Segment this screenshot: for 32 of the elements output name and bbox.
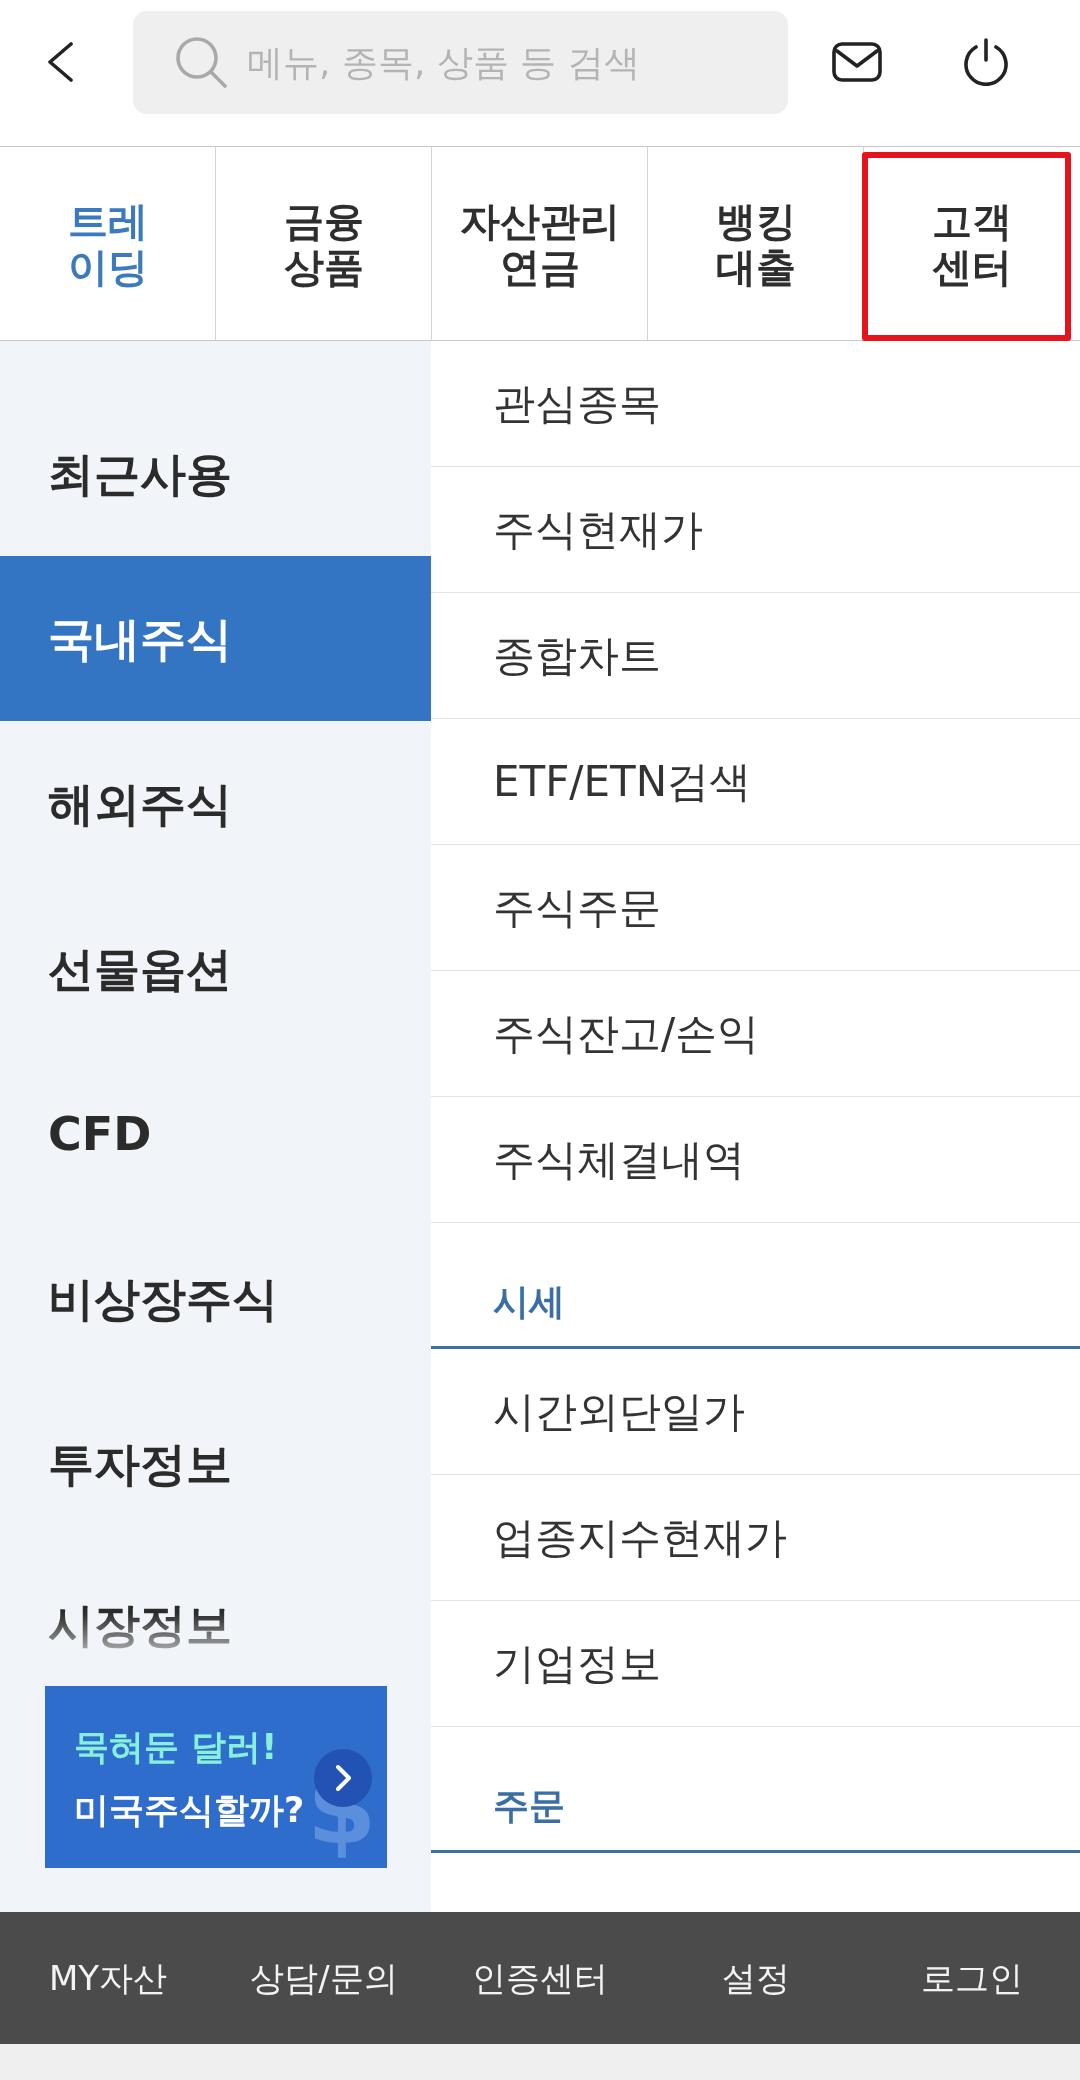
sidebar-item[interactable]: 비상장주식 (0, 1216, 431, 1381)
power-icon[interactable] (962, 38, 1010, 86)
section-heading: 시세 (431, 1223, 1080, 1349)
search-field[interactable]: 메뉴, 종목, 상품 등 검색 (133, 10, 788, 114)
sidebar-item[interactable]: 국내주식 (0, 556, 431, 721)
section-heading: 주문 (431, 1727, 1080, 1853)
menu-item[interactable]: 주식현재가 (431, 467, 1080, 593)
menu-item[interactable]: 주식잔고/손익 (431, 971, 1080, 1097)
bottom-nav-item[interactable]: 로그인 (921, 1957, 1023, 1999)
sidebar-item[interactable]: 선물옵션 (0, 886, 431, 1051)
menu-item[interactable]: 주식주문 (431, 845, 1080, 971)
menu-item[interactable]: ETF/ETN검색 (431, 719, 1080, 845)
sidebar-item[interactable]: 최근사용 (0, 391, 431, 556)
menu-item[interactable]: 관심종목 (431, 341, 1080, 467)
menu-item[interactable]: 시간외단일가 (431, 1349, 1080, 1475)
mail-icon[interactable] (832, 42, 882, 82)
chevron-left-icon[interactable] (46, 42, 74, 82)
menu-item[interactable]: 종합차트 (431, 593, 1080, 719)
sidebar-item[interactable]: 투자정보 (0, 1381, 431, 1546)
bottom-nav-item[interactable]: MY자산 (48, 1957, 168, 1999)
bottom-nav-item[interactable]: 설정 (722, 1957, 790, 1999)
menu-item[interactable]: 주식체결내역 (431, 1097, 1080, 1223)
banner-headline: 묵혀둔 달러! (74, 1726, 278, 1769)
menu-item[interactable]: 기업정보 (431, 1601, 1080, 1727)
sidebar-item[interactable]: 해외주식 (0, 721, 431, 886)
menu-item[interactable]: 업종지수현재가 (431, 1475, 1080, 1601)
sidebar-item[interactable]: CFD (0, 1051, 431, 1216)
bottom-nav-item[interactable]: 인증센터 (472, 1957, 608, 1999)
search-icon (175, 35, 227, 88)
sidebar-item[interactable]: 시장정보 (0, 1546, 431, 1653)
bottom-nav-item[interactable]: 상담/문의 (250, 1957, 398, 1999)
banner-subline: 미국주식할까? (74, 1789, 305, 1832)
